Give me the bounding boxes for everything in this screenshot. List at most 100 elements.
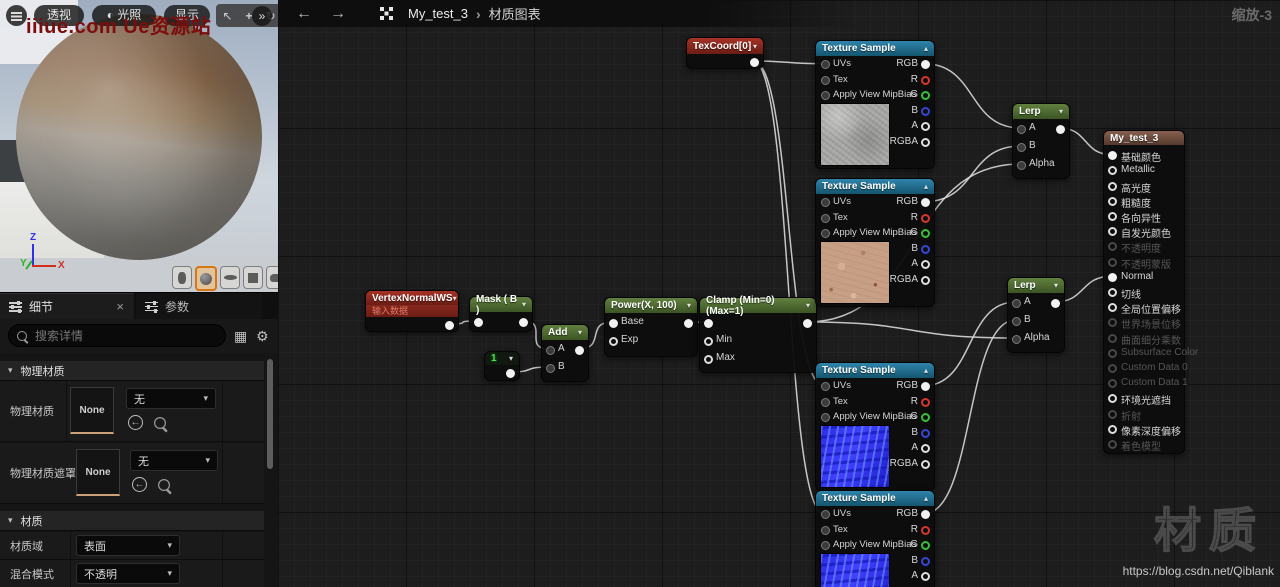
input-pin-着色模型[interactable] [1108,440,1117,449]
input-pin-UVs[interactable] [821,382,830,391]
output-pin[interactable] [750,58,759,67]
node-header[interactable]: TexCoord[0]▾ [687,38,763,54]
node-ts3[interactable]: Texture Sample▴UVsTexApply View MipBiasR… [815,362,935,491]
asset-thumbnail[interactable]: None [76,449,120,496]
output-pin-R[interactable] [921,76,930,85]
input-pin-Tex[interactable] [821,76,830,85]
input-pin-in[interactable] [704,319,713,328]
input-pin-UVs[interactable] [821,60,830,69]
search-input[interactable] [33,328,197,344]
forward-arrow-icon[interactable]: → [330,5,346,23]
input-pin-B[interactable] [546,364,555,373]
node-header[interactable]: Texture Sample▴ [816,179,934,194]
tab-details[interactable]: 细节 × [0,293,134,319]
input-pin-曲面细分乘数[interactable] [1108,334,1117,343]
node-header[interactable]: My_test_3 [1104,131,1184,145]
node-header[interactable]: Lerp▾ [1013,104,1069,119]
input-pin-Normal[interactable] [1108,273,1117,282]
node-lerp1[interactable]: Lerp▾ABAlpha [1012,103,1070,179]
output-pin-RGBA[interactable] [921,138,930,147]
output-pin-B[interactable] [921,107,930,116]
output-pin[interactable] [519,318,528,327]
node-mask[interactable]: Mask ( B )▾ [469,296,533,332]
asset-thumbnail[interactable]: None [70,387,114,434]
input-pin-Apply View MipBias[interactable] [821,229,830,238]
toolbar-expand-button[interactable]: » [252,6,272,26]
texture-preview[interactable] [820,553,890,587]
output-pin-G[interactable] [921,541,930,550]
input-pin-Alpha[interactable] [1012,335,1021,344]
output-pin-RGB[interactable] [921,382,930,391]
input-pin-切线[interactable] [1108,288,1117,297]
shape-cube-button[interactable] [243,266,263,289]
node-header[interactable]: Power(X, 100)▾ [605,298,697,313]
node-header[interactable]: Mask ( B )▾ [470,297,532,312]
input-pin-Tex[interactable] [821,526,830,535]
node-header[interactable]: VertexNormalWS▾ [366,291,458,305]
input-pin-in[interactable] [474,318,483,327]
material-domain-dropdown[interactable]: 表面 ▾ [76,535,180,556]
output-pin-RGB[interactable] [921,510,930,519]
chevron-down-icon[interactable]: ▾ [578,328,582,337]
input-pin-Metallic[interactable] [1108,166,1117,175]
output-pin-A[interactable] [921,260,930,269]
node-power[interactable]: Power(X, 100)▾BaseExp [604,297,698,357]
node-header[interactable]: Clamp (Min=0) (Max=1)▾ [700,298,816,313]
grid-view-icon[interactable]: ▦ [234,327,247,345]
output-pin-R[interactable] [921,398,930,407]
input-pin-Max[interactable] [704,355,713,364]
shape-cylinder-button[interactable] [172,266,192,289]
chevron-down-icon[interactable]: ▾ [1054,281,1058,290]
output-pin-B[interactable] [921,429,930,438]
node-out[interactable]: My_test_3基础颜色Metallic高光度粗糙度各向异性自发光颜色不透明度… [1103,130,1185,454]
chevron-up-icon[interactable]: ▴ [924,366,928,375]
physical-material-mask-dropdown[interactable]: 无 ▾ [130,450,218,471]
input-pin-不透明度[interactable] [1108,242,1117,251]
chevron-down-icon[interactable]: ▾ [522,300,526,309]
node-header[interactable]: Texture Sample▴ [816,41,934,56]
node-const1[interactable]: 1▾ [484,351,520,381]
output-pin-RGBA[interactable] [921,460,930,469]
output-pin-RGB[interactable] [921,60,930,69]
chevron-up-icon[interactable]: ▴ [924,44,928,53]
node-ts4[interactable]: Texture Sample▴UVsTexApply View MipBiasR… [815,490,935,587]
output-pin-A[interactable] [921,122,930,131]
use-selected-icon[interactable]: ← [132,477,147,492]
node-header[interactable]: Texture Sample▴ [816,491,934,506]
input-pin-Min[interactable] [704,337,713,346]
node-header[interactable]: Lerp▾ [1008,278,1064,293]
input-pin-UVs[interactable] [821,198,830,207]
output-pin-A[interactable] [921,572,930,581]
output-pin-G[interactable] [921,229,930,238]
node-add[interactable]: Add▾AB [541,324,589,382]
output-pin-B[interactable] [921,245,930,254]
search-box[interactable] [8,324,226,347]
chevron-up-icon[interactable]: ▴ [924,182,928,191]
texture-preview[interactable] [820,425,890,488]
input-pin-环境光遮挡[interactable] [1108,394,1117,403]
input-pin-Alpha[interactable] [1017,161,1026,170]
select-tool-icon[interactable]: ↖ [222,9,232,23]
input-pin-Subsurface Color[interactable] [1108,349,1117,358]
node-vnws[interactable]: VertexNormalWS▾输入数据 [365,290,459,332]
input-pin-A[interactable] [1017,125,1026,134]
output-pin-RGBA[interactable] [921,276,930,285]
output-pin[interactable] [803,319,812,328]
node-header[interactable]: Add▾ [542,325,588,340]
input-pin-Custom Data 1[interactable] [1108,379,1117,388]
node-lerp2[interactable]: Lerp▾ABAlpha [1007,277,1065,353]
chevron-up-icon[interactable]: ▴ [924,494,928,503]
chevron-down-icon[interactable]: ▾ [753,42,757,51]
input-pin-Custom Data 0[interactable] [1108,364,1117,373]
node-header[interactable]: 1▾ [485,352,519,365]
shape-teapot-button[interactable] [266,266,278,289]
chevron-down-icon[interactable]: ▾ [453,294,457,303]
blend-mode-dropdown[interactable]: 不透明 ▾ [76,563,180,584]
output-pin[interactable] [575,346,584,355]
chevron-down-icon[interactable]: ▾ [806,301,810,310]
gear-icon[interactable]: ⚙ [256,327,269,345]
material-graph[interactable]: 材质 https://blog.csdn.net/Qiblank TexCoor… [278,0,1280,587]
output-pin-A[interactable] [921,444,930,453]
breadcrumb-title[interactable]: My_test_3 [408,6,468,21]
input-pin-像素深度偏移[interactable] [1108,425,1117,434]
